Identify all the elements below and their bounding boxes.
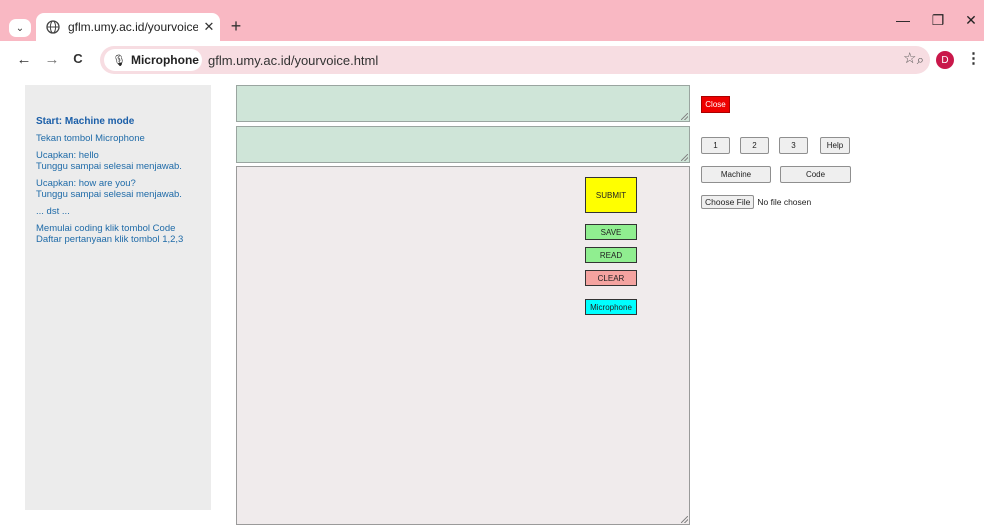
microphone-off-icon: 🎙	[112, 54, 126, 67]
instructions-panel: Start: Machine mode Tekan tombol Microph…	[25, 85, 211, 510]
file-input: Choose File No file chosen	[701, 195, 811, 209]
submit-button[interactable]: SUBMIT	[585, 177, 637, 213]
machine-mode-button[interactable]: Machine	[701, 166, 771, 183]
save-button[interactable]: SAVE	[585, 224, 637, 240]
new-tab-button[interactable]: +	[226, 16, 246, 37]
reload-button[interactable]: C	[68, 51, 88, 66]
resize-grip-icon[interactable]	[681, 154, 688, 161]
url-text[interactable]: gflm.umy.ac.id/yourvoice.html	[208, 53, 378, 68]
instruction-line: Tunggu sampai selesai menjawab.	[36, 189, 182, 200]
restore-button[interactable]: ❐	[928, 12, 948, 29]
site-info-chip[interactable]: 🎙 Microphone not	[104, 49, 202, 71]
close-button[interactable]: Close	[701, 96, 730, 113]
back-button[interactable]: ←	[14, 51, 34, 68]
instruction-line: Memulai coding klik tombol Code	[36, 223, 176, 234]
active-tab[interactable]: gflm.umy.ac.id/yourvoice.html ✕	[36, 13, 220, 41]
question-2-button[interactable]: 2	[740, 137, 769, 154]
tab-search-button[interactable]: ⌄	[9, 19, 31, 37]
instruction-line: Ucapkan: how are you?	[36, 178, 136, 189]
profile-avatar[interactable]: D	[936, 51, 954, 69]
choose-file-button[interactable]: Choose File	[701, 195, 755, 209]
clear-button[interactable]: CLEAR	[585, 270, 637, 286]
instruction-line: Daftar pertanyaan klik tombol 1,2,3	[36, 234, 184, 245]
globe-icon	[46, 20, 60, 34]
navigation-bar: ← → C 🎙 Microphone not gflm.umy.ac.id/yo…	[0, 41, 984, 79]
instruction-line: ... dst ...	[36, 206, 70, 217]
close-window-button[interactable]: ✕	[961, 12, 981, 29]
tab-bar: ⌄ gflm.umy.ac.id/yourvoice.html ✕ + — ❐ …	[0, 0, 984, 41]
bookmark-star-icon[interactable]: ☆	[903, 49, 916, 67]
instruction-line: Tunggu sampai selesai menjawab.	[36, 161, 182, 172]
answer-textarea[interactable]	[236, 126, 690, 163]
instruction-line: Ucapkan: hello	[36, 150, 99, 161]
chevron-down-icon: ⌄	[15, 22, 25, 34]
instructions-title: Start: Machine mode	[36, 116, 135, 127]
microphone-button[interactable]: Microphone	[585, 299, 637, 315]
read-button[interactable]: READ	[585, 247, 637, 263]
address-bar[interactable]: 🎙 Microphone not gflm.umy.ac.id/yourvoic…	[100, 46, 930, 74]
browser-menu-icon[interactable]: ⋮	[966, 49, 981, 67]
question-textarea[interactable]	[236, 85, 690, 122]
question-1-button[interactable]: 1	[701, 137, 730, 154]
file-status: No file chosen	[757, 197, 812, 207]
minimize-button[interactable]: —	[893, 12, 913, 28]
help-button[interactable]: Help	[820, 137, 850, 154]
main-textarea[interactable]	[236, 166, 690, 525]
site-chip-label: Microphone not	[130, 53, 202, 67]
resize-grip-icon[interactable]	[681, 516, 688, 523]
code-mode-button[interactable]: Code	[780, 166, 851, 183]
tab-close-icon[interactable]: ✕	[198, 19, 220, 35]
instruction-line: Tekan tombol Microphone	[36, 133, 145, 144]
forward-button[interactable]: →	[42, 51, 62, 68]
zoom-icon[interactable]: ⌕	[917, 52, 924, 68]
resize-grip-icon[interactable]	[681, 113, 688, 120]
question-3-button[interactable]: 3	[779, 137, 808, 154]
tab-title: gflm.umy.ac.id/yourvoice.html	[68, 20, 198, 34]
